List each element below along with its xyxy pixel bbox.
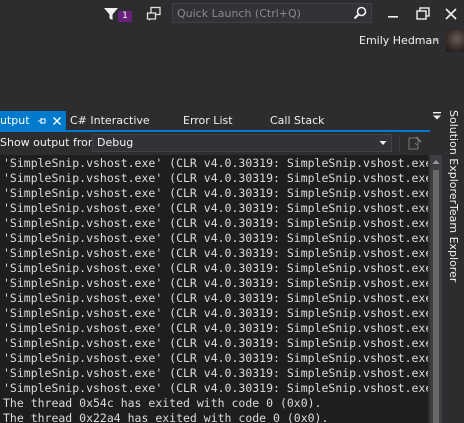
close-icon[interactable] <box>52 116 62 126</box>
pin-icon[interactable] <box>37 116 47 126</box>
chevron-down-icon[interactable] <box>379 139 387 147</box>
tab-call-stack[interactable]: Call Stack <box>270 111 324 130</box>
output-line: 'SimpleSnip.vshost.exe' (CLR v4.0.30319:… <box>3 186 428 200</box>
minimize-icon[interactable] <box>384 5 402 23</box>
toolbar-separator <box>399 135 400 151</box>
avatar[interactable] <box>446 30 464 52</box>
output-line: 'SimpleSnip.vshost.exe' (CLR v4.0.30319:… <box>3 336 428 350</box>
output-line: The thread 0x22a4 has exited with code 0… <box>3 411 329 423</box>
output-toolbar: Show output from: Debug <box>0 132 430 154</box>
tab-csharp-interactive[interactable]: C# Interactive <box>70 111 150 130</box>
scrollbar-thumb[interactable] <box>433 170 439 423</box>
title-bar: 1 <box>0 0 464 30</box>
restore-icon[interactable] <box>414 5 432 23</box>
quick-launch-input[interactable] <box>173 4 353 22</box>
output-line: 'SimpleSnip.vshost.exe' (CLR v4.0.30319:… <box>3 351 428 365</box>
clear-all-icon[interactable] <box>407 135 423 151</box>
notification-badge[interactable]: 1 <box>118 11 132 22</box>
tab-team-explorer[interactable]: Team Explorer <box>447 204 460 282</box>
output-line: 'SimpleSnip.vshost.exe' (CLR v4.0.30319:… <box>3 231 428 245</box>
output-line: 'SimpleSnip.vshost.exe' (CLR v4.0.30319:… <box>3 216 428 230</box>
feedback-icon[interactable] <box>146 6 162 22</box>
scroll-up-icon[interactable] <box>432 158 440 166</box>
output-line: 'SimpleSnip.vshost.exe' (CLR v4.0.30319:… <box>3 276 428 290</box>
output-line: 'SimpleSnip.vshost.exe' (CLR v4.0.30319:… <box>3 171 428 185</box>
close-icon[interactable] <box>442 5 460 23</box>
output-line: 'SimpleSnip.vshost.exe' (CLR v4.0.30319:… <box>3 366 428 380</box>
show-output-label: Show output from: <box>0 136 103 149</box>
output-line: 'SimpleSnip.vshost.exe' (CLR v4.0.30319:… <box>3 156 428 170</box>
output-line: 'SimpleSnip.vshost.exe' (CLR v4.0.30319:… <box>3 261 428 275</box>
output-line: 'SimpleSnip.vshost.exe' (CLR v4.0.30319:… <box>3 291 428 305</box>
quick-launch-box[interactable] <box>172 3 372 23</box>
tab-output[interactable]: utput <box>0 111 66 130</box>
output-line: 'SimpleSnip.vshost.exe' (CLR v4.0.30319:… <box>3 381 428 395</box>
tab-dropdown-icon[interactable] <box>432 111 442 121</box>
chevron-down-icon[interactable] <box>432 36 440 44</box>
output-source-value: Debug <box>97 136 134 149</box>
tab-solution-explorer[interactable]: Solution Explorer <box>447 110 460 204</box>
output-line: The thread 0x54c has exited with code 0 … <box>3 396 322 410</box>
output-pane[interactable]: 'SimpleSnip.vshost.exe' (CLR v4.0.30319:… <box>0 155 428 423</box>
user-name[interactable]: Emily Hedman <box>359 34 439 47</box>
output-line: 'SimpleSnip.vshost.exe' (CLR v4.0.30319:… <box>3 321 428 335</box>
output-line: 'SimpleSnip.vshost.exe' (CLR v4.0.30319:… <box>3 306 428 320</box>
output-line: 'SimpleSnip.vshost.exe' (CLR v4.0.30319:… <box>3 201 428 215</box>
tool-window-tabs: utput C# Interactive Error List Call Sta… <box>0 111 430 132</box>
tab-error-list[interactable]: Error List <box>183 111 233 130</box>
search-icon[interactable] <box>353 6 367 20</box>
output-source-select[interactable]: Debug <box>92 134 392 152</box>
output-line: 'SimpleSnip.vshost.exe' (CLR v4.0.30319:… <box>3 246 428 260</box>
filter-icon[interactable] <box>103 6 119 22</box>
tab-label: utput <box>0 114 30 127</box>
